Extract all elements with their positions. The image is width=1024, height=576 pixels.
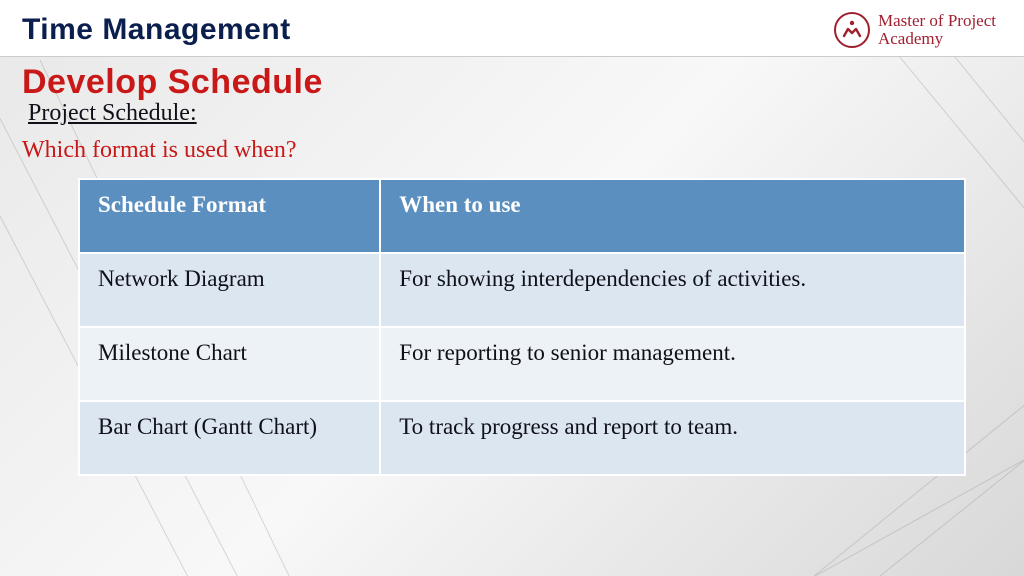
table-row: Bar Chart (Gantt Chart) To track progres… [79,401,965,475]
main-content: Develop Schedule Project Schedule: Which… [0,57,1024,476]
brand-icon [834,12,870,48]
schedule-table: Schedule Format When to use Network Diag… [78,178,966,476]
schedule-table-wrap: Schedule Format When to use Network Diag… [78,178,966,476]
brand-line1: Master of Project [878,12,996,30]
subtitle: Project Schedule: [28,100,1002,127]
brand-logo: Master of Project Academy [834,12,996,48]
cell-use: For reporting to senior management. [380,327,965,401]
cell-use: To track progress and report to team. [380,401,965,475]
cell-use: For showing interdependencies of activit… [380,253,965,327]
brand-line2: Academy [878,30,996,48]
table-header-use: When to use [380,179,965,253]
cell-format: Bar Chart (Gantt Chart) [79,401,380,475]
question-text: Which format is used when? [22,137,1002,164]
table-row: Network Diagram For showing interdepende… [79,253,965,327]
header-bar: Time Management Master of Project Academ… [0,0,1024,57]
table-header-row: Schedule Format When to use [79,179,965,253]
table-header-format: Schedule Format [79,179,380,253]
section-title: Develop Schedule [22,63,1002,102]
page-title: Time Management [22,13,291,47]
cell-format: Network Diagram [79,253,380,327]
cell-format: Milestone Chart [79,327,380,401]
brand-text: Master of Project Academy [878,12,996,48]
table-row: Milestone Chart For reporting to senior … [79,327,965,401]
